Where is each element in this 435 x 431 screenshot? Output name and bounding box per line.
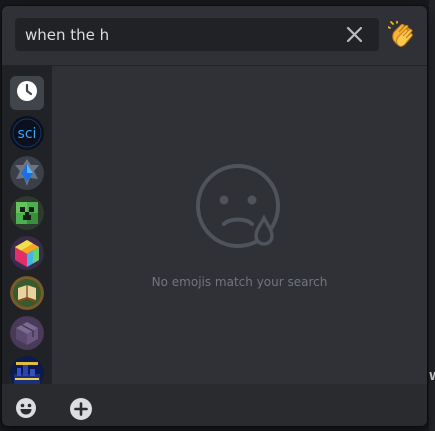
sidebar-item-blue-gem-server[interactable] — [10, 156, 44, 190]
sidebar-item-purple-box-server[interactable] — [10, 316, 44, 350]
sidebar-item-creeper-server[interactable] — [10, 196, 44, 230]
sidebar-item-recent[interactable] — [10, 76, 44, 110]
creeper-icon — [10, 196, 44, 230]
sidebar-item-rainbow-cube-server[interactable] — [10, 236, 44, 270]
sidebar-item-label: sci — [18, 126, 37, 142]
clapping-hands-icon[interactable] — [387, 20, 416, 49]
server-icon: sci — [10, 116, 44, 150]
search-box — [15, 18, 379, 51]
plus-circle-icon[interactable] — [69, 397, 93, 421]
close-icon[interactable] — [345, 25, 364, 44]
gem-icon — [10, 156, 44, 190]
picker-footer — [2, 384, 427, 426]
box-icon — [10, 316, 44, 350]
background-panel: W — [429, 0, 435, 431]
search-input[interactable] — [15, 18, 335, 51]
book-icon — [10, 276, 44, 310]
sidebar-item-book-server[interactable] — [10, 276, 44, 310]
cube-icon — [10, 236, 44, 270]
smiley-icon[interactable] — [15, 397, 37, 419]
picker-header — [2, 6, 427, 66]
category-sidebar: sci — [2, 66, 52, 390]
emoji-picker: sci — [2, 6, 427, 426]
empty-state-message: No emojis match your search — [151, 275, 328, 289]
sad-face-icon — [196, 164, 280, 248]
sidebar-item-sci-server[interactable]: sci — [10, 116, 44, 150]
background-letter: W — [429, 370, 435, 383]
emoji-results: No emojis match your search — [52, 66, 427, 384]
clock-icon — [16, 80, 38, 106]
